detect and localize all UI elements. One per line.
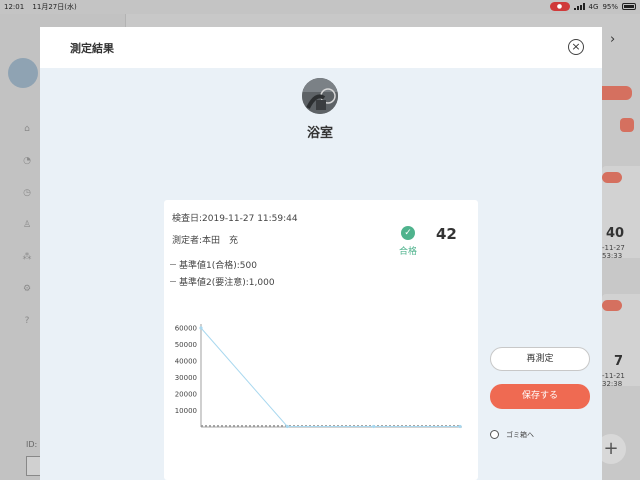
legend-label: 基準値1(合格):500 <box>179 261 257 271</box>
background-card[interactable]: 40 -11-27 53:33 <box>602 166 640 260</box>
battery-icon <box>622 3 636 10</box>
y-tick-label: 30000 <box>175 374 197 382</box>
result-label: 合格 <box>398 247 417 257</box>
measurement-chart: 10000 20000 30000 40000 50000 60000 <box>175 324 462 429</box>
y-tick-label: 40000 <box>175 358 197 366</box>
legend-dash <box>170 264 176 265</box>
remeasure-button[interactable]: 再測定 <box>490 347 590 371</box>
check-icon: ✓ <box>401 226 415 240</box>
data-point <box>199 326 203 330</box>
gear-icon[interactable]: ⚙ <box>22 284 32 294</box>
status-date: 11月27日(水) <box>32 3 77 11</box>
signal-icon <box>573 3 585 10</box>
data-point <box>458 424 462 429</box>
modal-title: 測定結果 <box>70 42 114 55</box>
background-card-badge <box>602 172 622 183</box>
battery-label: 95% <box>602 2 618 11</box>
score-value: 42 <box>436 225 457 243</box>
y-tick-label: 50000 <box>175 341 197 349</box>
status-time: 12:01 <box>4 3 25 11</box>
background-card-date: -11-21 <box>602 372 625 380</box>
person-icon[interactable]: ♙ <box>22 220 32 230</box>
data-point <box>285 424 289 429</box>
record-indicator-icon: ● <box>549 2 570 11</box>
user-avatar[interactable] <box>8 58 38 88</box>
background-card[interactable]: 7 -11-21 32:38 <box>602 294 640 388</box>
background-card-time: 53:33 <box>602 252 623 260</box>
place-photo-image <box>302 78 338 114</box>
inspection-date: 検査日:2019-11-27 11:59:44 <box>172 214 298 224</box>
background-card-date: -11-27 <box>602 244 625 252</box>
y-tick-label: 60000 <box>175 325 197 333</box>
background-red-icon[interactable] <box>620 118 634 132</box>
help-icon[interactable]: ? <box>22 316 32 326</box>
legend-item: 基準値2(要注意):1,000 <box>170 275 275 288</box>
chevron-right-icon[interactable]: › <box>610 32 615 47</box>
trash-radio[interactable] <box>490 430 499 439</box>
trash-label: ゴミ箱へ <box>506 431 534 439</box>
background-card-number: 40 <box>606 226 625 241</box>
background-card-number: 7 <box>614 354 624 369</box>
result-card: 検査日:2019-11-27 11:59:44 測定者:本田 充 ✓ 合格 42… <box>164 200 478 480</box>
clock-icon[interactable]: ◷ <box>22 188 32 198</box>
close-icon[interactable]: × <box>568 39 584 55</box>
measurer-name: 測定者:本田 充 <box>172 236 239 246</box>
network-icon[interactable]: ⁂ <box>22 252 32 262</box>
bell-icon[interactable]: ◔ <box>22 156 32 166</box>
place-name: 浴室 <box>306 126 333 141</box>
background-card-time: 32:38 <box>602 380 623 388</box>
series-line <box>200 327 460 428</box>
save-button[interactable]: 保存する <box>490 384 590 409</box>
y-tick-label: 10000 <box>175 407 197 415</box>
y-tick-label: 20000 <box>175 391 197 399</box>
id-label: ID: <box>26 440 38 449</box>
background-card-badge <box>602 300 622 311</box>
home-icon[interactable]: ⌂ <box>22 124 32 134</box>
status-bar: 12:01 11月27日(水) ● 4G 95% <box>0 0 640 14</box>
legend-label: 基準値2(要注意):1,000 <box>179 278 275 288</box>
network-label: 4G <box>588 2 599 11</box>
legend-item: 基準値1(合格):500 <box>170 258 257 271</box>
modal-header: 測定結果 × <box>40 27 602 68</box>
place-photo <box>302 78 338 114</box>
data-point <box>372 424 376 429</box>
measurement-result-modal: 測定結果 × 浴室 検査日:2019-11-27 11:59:44 測定者:本田… <box>40 27 602 480</box>
legend-dash <box>170 281 176 282</box>
